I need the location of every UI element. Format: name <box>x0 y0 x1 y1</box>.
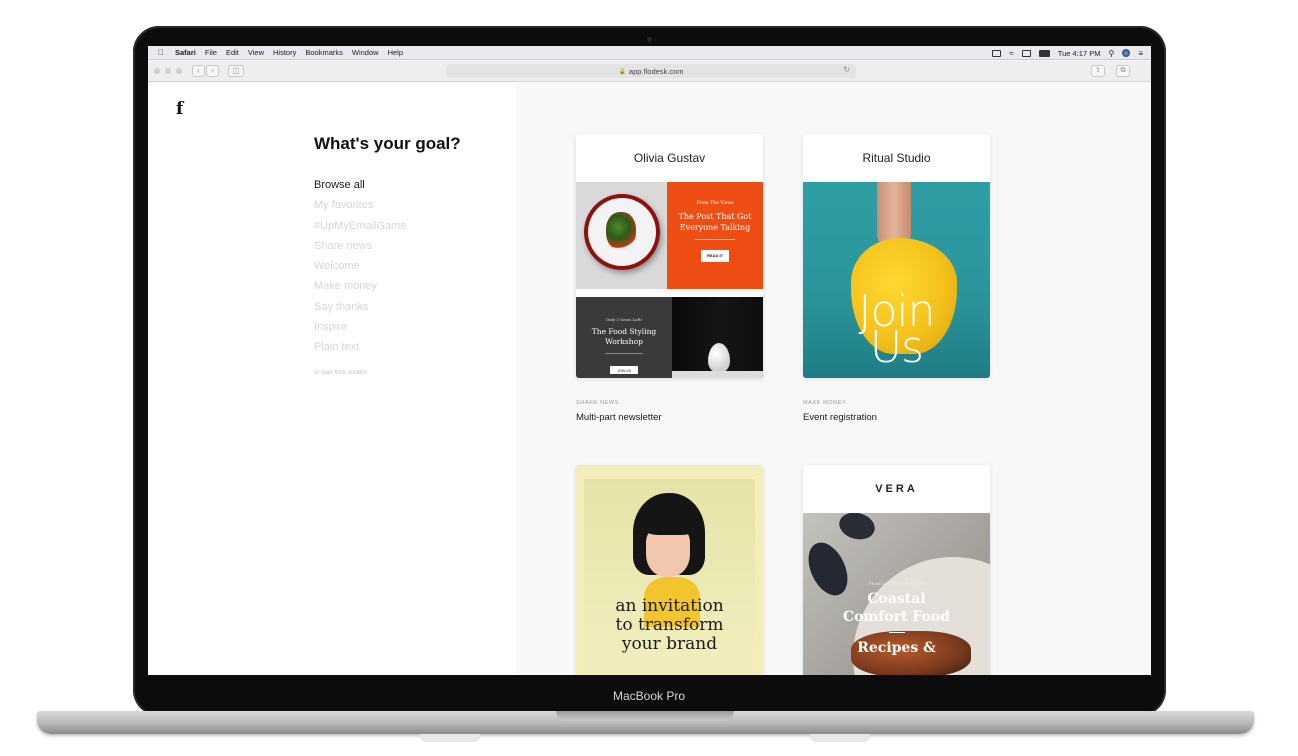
laptop-opening-notch <box>556 711 734 721</box>
menu-file[interactable]: File <box>205 48 217 57</box>
template-brand: Ritual Studio <box>803 134 990 182</box>
minimize-window-icon[interactable] <box>165 68 171 74</box>
notification-center-icon[interactable]: ≡ <box>1138 49 1143 58</box>
display-icon[interactable] <box>1021 49 1031 57</box>
workshop-kicker: Only 3 Seats Left! <box>605 317 643 322</box>
forward-icon[interactable]: › <box>206 65 219 77</box>
workshop-title-2: Workshop <box>605 337 643 346</box>
vera-headline-1: Coastal <box>867 591 926 607</box>
menu-help[interactable]: Help <box>388 48 403 57</box>
airplay-icon[interactable] <box>992 49 1002 57</box>
category-browse-all[interactable]: Browse all <box>314 178 406 198</box>
category-share-news[interactable]: Share news <box>314 239 406 259</box>
category-inspire[interactable]: Inspire <box>314 320 406 340</box>
egg-image <box>672 297 763 378</box>
template-title[interactable]: Event registration <box>803 412 877 423</box>
vera-kicker: FEATURED THIS WEEK <box>868 581 925 586</box>
join-us-hero-image: Join Us <box>803 182 990 378</box>
invitation-headline-1: an invitation <box>615 596 724 616</box>
category-welcome[interactable]: Welcome <box>314 259 406 279</box>
battery-icon[interactable] <box>1038 49 1050 57</box>
tabs-overview-icon[interactable]: ⧉ <box>1116 65 1130 77</box>
menu-view[interactable]: View <box>248 48 264 57</box>
join-us-button: JOIN US <box>610 366 638 374</box>
category-upmyemailgame[interactable]: #UpMyEmailGame <box>314 219 406 239</box>
template-card-vera[interactable]: VERA FEATURED THIS WEEK Coastal Comfort … <box>803 465 990 675</box>
zoom-window-icon[interactable] <box>176 68 182 74</box>
lock-icon: 🔒 <box>618 68 626 75</box>
address-bar[interactable]: 🔒 app.flodesk.com ↻ <box>446 64 856 78</box>
wifi-icon[interactable]: ≈ <box>1009 49 1013 58</box>
template-brand: Olivia Gustav <box>576 134 763 182</box>
food-plate-image <box>576 182 667 289</box>
start-from-scratch-link[interactable]: or start from scratch <box>314 370 367 376</box>
sidebar-toggle-icon[interactable]: ◫ <box>228 65 244 77</box>
coastal-food-image: FEATURED THIS WEEK Coastal Comfort Food … <box>803 513 990 675</box>
browser-toolbar: ‹ › ◫ 🔒 app.flodesk.com ↻ ⇧ ⧉ <box>148 61 1151 82</box>
close-window-icon[interactable] <box>154 68 160 74</box>
template-brand: VERA <box>803 465 990 513</box>
category-say-thanks[interactable]: Say thanks <box>314 300 406 320</box>
category-plain-text[interactable]: Plain text <box>314 340 406 360</box>
apple-icon[interactable]:  <box>158 48 164 57</box>
goal-sidebar: f What's your goal? Browse all My favori… <box>148 83 516 675</box>
promo-block: From The Views The Post That Got Everyon… <box>667 182 763 289</box>
category-make-money[interactable]: Make money <box>314 279 406 299</box>
camera-icon <box>647 37 652 42</box>
promo-kicker: From The Views <box>696 201 734 206</box>
promo-headline: The Post That Got <box>678 212 752 221</box>
page-title: What's your goal? <box>314 134 461 153</box>
menu-edit[interactable]: Edit <box>226 48 239 57</box>
back-icon[interactable]: ‹ <box>192 65 205 77</box>
siri-icon[interactable] <box>1122 49 1131 57</box>
menu-bar:  Safari File Edit View History Bookmark… <box>148 46 1151 60</box>
status-area: ≈ Tue 4:17 PM ⚲ ≡ <box>992 46 1143 60</box>
invitation-headline-2: to transform <box>615 615 724 635</box>
laptop-foot <box>810 734 870 742</box>
flodesk-logo[interactable]: f <box>176 99 183 119</box>
url-text: app.flodesk.com <box>628 66 684 76</box>
template-title[interactable]: Multi-part newsletter <box>576 412 662 423</box>
share-icon[interactable]: ⇧ <box>1091 65 1105 77</box>
workshop-title: The Food Styling <box>591 327 657 336</box>
menu-safari[interactable]: Safari <box>175 48 196 57</box>
template-card-event-registration[interactable]: Ritual Studio Join Us <box>803 134 990 378</box>
workshop-block: Only 3 Seats Left! The Food Styling Work… <box>576 297 672 378</box>
hero-text-us: Us <box>869 322 924 373</box>
invitation-headline-3: your brand <box>621 634 718 654</box>
read-it-button: READ IT <box>701 250 729 262</box>
vera-headline-3: Recipes & <box>857 640 936 656</box>
clock[interactable]: Tue 4:17 PM <box>1058 49 1101 58</box>
web-page: f What's your goal? Browse all My favori… <box>148 83 1151 675</box>
menu-history[interactable]: History <box>273 48 296 57</box>
category-my-favorites[interactable]: My favorites <box>314 198 406 218</box>
device-label: MacBook Pro <box>612 689 686 703</box>
vera-headline-2: Comfort Food <box>842 609 950 625</box>
menu-window[interactable]: Window <box>352 48 379 57</box>
reload-icon[interactable]: ↻ <box>843 65 850 74</box>
template-category: MAKE MONEY <box>803 400 847 406</box>
template-card-multi-part-newsletter[interactable]: Olivia Gustav From The Views The Post Th… <box>576 134 763 378</box>
template-gallery: Olivia Gustav From The Views The Post Th… <box>516 83 1151 675</box>
menu-bookmarks[interactable]: Bookmarks <box>305 48 343 57</box>
category-list: Browse all My favorites #UpMyEmailGame S… <box>314 178 406 361</box>
template-category: SHARE NEWS <box>576 400 619 406</box>
laptop-foot <box>420 734 480 742</box>
promo-headline-2: Everyone Talking <box>679 223 751 232</box>
screen:  Safari File Edit View History Bookmark… <box>148 46 1151 675</box>
template-card-invitation[interactable]: an invitation to transform your brand <box>576 465 763 675</box>
spotlight-icon[interactable]: ⚲ <box>1108 49 1114 58</box>
